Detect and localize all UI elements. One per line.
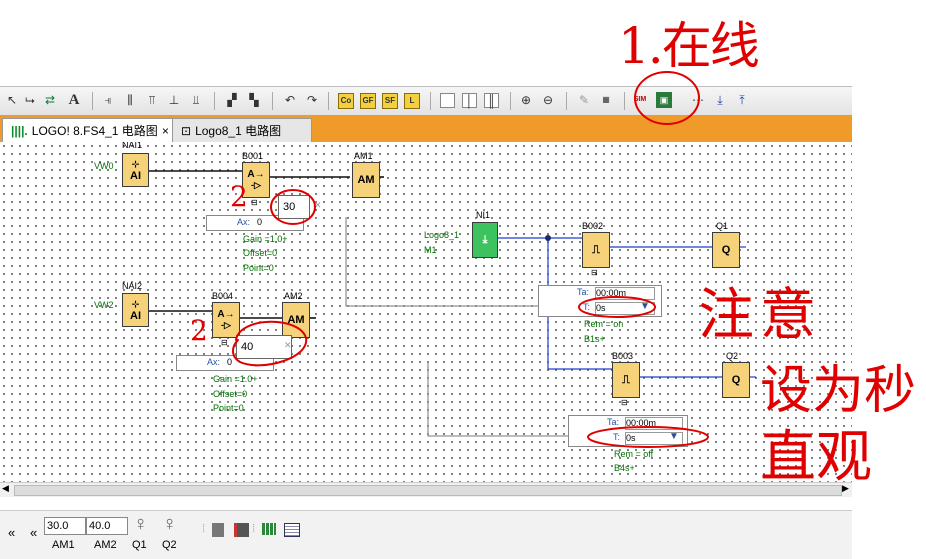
annotation-intuitive: 直观 bbox=[760, 425, 872, 490]
annotation-two-b: 2 bbox=[190, 314, 208, 347]
annotation-note: 注意 bbox=[698, 283, 822, 348]
b003-time-circle bbox=[587, 426, 709, 448]
setpoint-circle-1 bbox=[270, 189, 316, 225]
setpoint-circle-2 bbox=[232, 320, 308, 367]
online-circle bbox=[634, 71, 700, 125]
b002-time-circle bbox=[578, 296, 656, 318]
annotation-online: 1.在线 bbox=[618, 17, 760, 75]
annotation-two-a: 2 bbox=[230, 180, 248, 213]
